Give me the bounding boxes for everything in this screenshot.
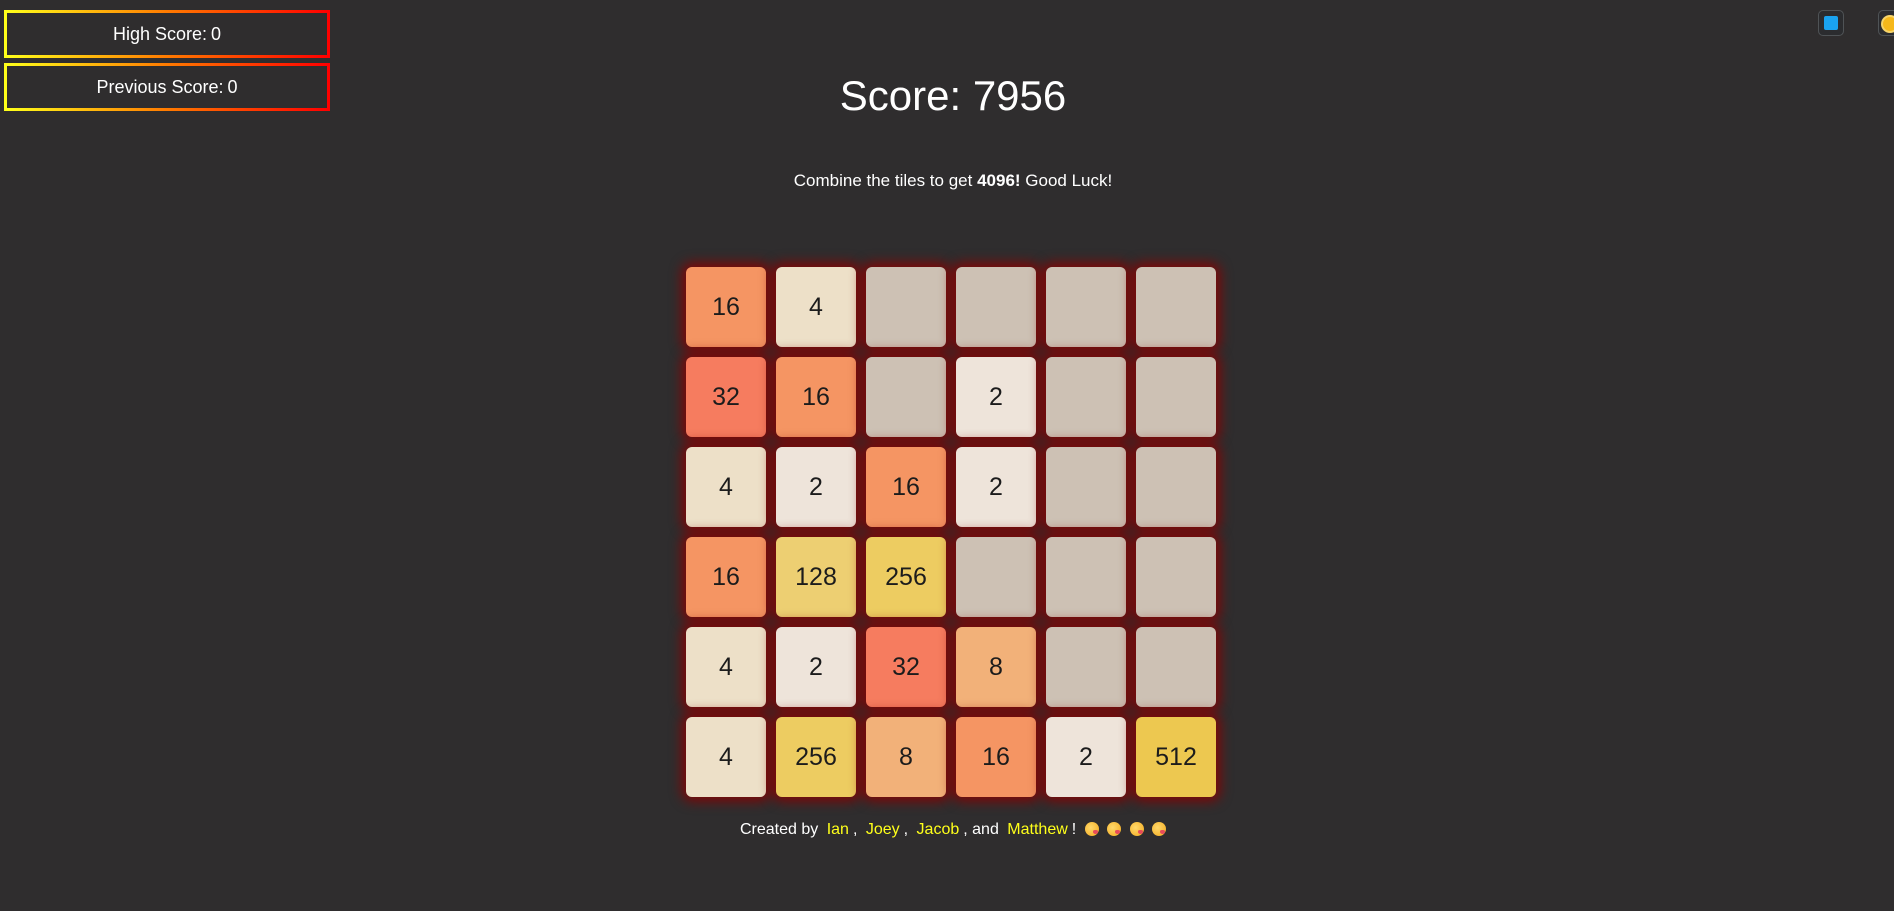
tile-32: 32 [866, 627, 946, 707]
tile-4: 4 [686, 627, 766, 707]
tile-8: 8 [956, 627, 1036, 707]
tile-empty [1136, 447, 1216, 527]
tile-128: 128 [776, 537, 856, 617]
high-score-value: 0 [211, 23, 222, 44]
tile-empty [956, 537, 1036, 617]
tile-empty [956, 267, 1036, 347]
tile-256: 256 [776, 717, 856, 797]
high-score-label: High Score: [112, 23, 208, 44]
credits-end: ! [1071, 821, 1077, 838]
tile-empty [1046, 357, 1126, 437]
instructions-suffix: Good Luck! [1025, 171, 1113, 190]
tile-32: 32 [686, 357, 766, 437]
sun-icon[interactable] [1878, 10, 1894, 36]
tile-empty [1046, 537, 1126, 617]
kissing-face-icon [1129, 822, 1144, 836]
kissing-face-icon [1152, 822, 1167, 836]
tile-empty [1046, 447, 1126, 527]
tile-256: 256 [866, 537, 946, 617]
tile-empty [1046, 267, 1126, 347]
credits-separator: , [903, 821, 909, 838]
instructions-prefix: Combine the tiles to get [793, 171, 973, 190]
kissing-face-icon [1084, 822, 1099, 836]
tile-16: 16 [866, 447, 946, 527]
tile-empty [1136, 537, 1216, 617]
blue-square-icon[interactable] [1818, 10, 1844, 36]
current-score-value: 7956 [972, 72, 1067, 119]
tile-2: 2 [1046, 717, 1126, 797]
credits-separator: , [852, 821, 858, 838]
author-matthew: Matthew [1007, 821, 1068, 838]
tile-2: 2 [776, 627, 856, 707]
high-score-box: High Score: 0 [4, 10, 330, 58]
tile-16: 16 [956, 717, 1036, 797]
tile-8: 8 [866, 717, 946, 797]
tile-4: 4 [686, 717, 766, 797]
credits-prefix: Created by [739, 821, 819, 838]
game-board[interactable]: 16 4 32 16 2 4 2 16 2 16 128 256 4 2 32 8 4 256 8 16 2 512 [686, 267, 1222, 803]
tile-empty [1136, 627, 1216, 707]
current-score-label: Score: [839, 72, 962, 119]
credits-separator: , and [963, 821, 999, 838]
tile-empty [866, 267, 946, 347]
tile-empty [866, 357, 946, 437]
kissing-face-icon [1107, 822, 1122, 836]
credits-footer: Created by Ian, Joey, Jacob, and Matthew… [0, 821, 1894, 839]
instructions: Combine the tiles to get 4096! Good Luck… [0, 171, 1894, 191]
tile-empty [1046, 627, 1126, 707]
author-jacob: Jacob [916, 821, 960, 838]
blue-square-shape [1824, 16, 1838, 30]
tile-2: 2 [956, 357, 1036, 437]
sun-shape [1883, 17, 1894, 31]
tile-2: 2 [776, 447, 856, 527]
tile-4: 4 [686, 447, 766, 527]
tile-16: 16 [686, 267, 766, 347]
tile-2: 2 [956, 447, 1036, 527]
tile-4: 4 [776, 267, 856, 347]
tile-empty [1136, 267, 1216, 347]
current-score: Score: 7956 [0, 72, 1894, 120]
tile-16: 16 [776, 357, 856, 437]
tile-16: 16 [686, 537, 766, 617]
tile-512: 512 [1136, 717, 1216, 797]
instructions-target: 4096! [977, 171, 1021, 190]
author-ian: Ian [826, 821, 849, 838]
author-joey: Joey [865, 821, 900, 838]
tile-empty [1136, 357, 1216, 437]
